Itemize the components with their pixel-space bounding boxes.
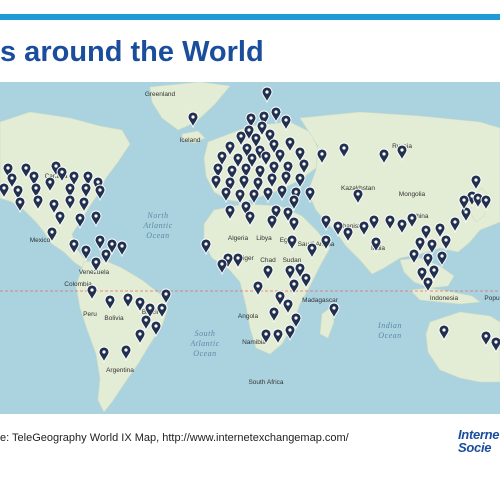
source-caption: e: TeleGeography World IX Map, http://ww… <box>0 432 349 444</box>
place-label-algeria: Algeria <box>228 235 249 242</box>
place-label-angola: Angola <box>238 313 259 320</box>
ocean-label-north-atlantic: Atlantic <box>142 221 172 230</box>
place-label-indonesia: Indonesia <box>430 295 459 302</box>
place-label-namibia: Namibia <box>242 339 266 346</box>
place-label-mongolia: Mongolia <box>399 191 426 198</box>
ocean-label-north-atlantic: Ocean <box>146 231 169 240</box>
place-label-south-africa: South Africa <box>248 379 283 386</box>
place-label-greenland: Greenland <box>145 91 176 98</box>
place-label-bolivia: Bolivia <box>104 315 124 322</box>
world-map-canvas: NorthAtlanticOceanSouthAtlanticOceanIndi… <box>0 82 500 414</box>
place-label-popu: Popu <box>484 295 500 302</box>
ocean-label-indian: Indian <box>377 321 402 330</box>
ocean-label-south-atlantic: Ocean <box>193 349 216 358</box>
slide-title: s around the World <box>0 36 264 68</box>
place-label-venezuela: Venezuela <box>79 269 110 276</box>
header-rule <box>0 14 500 20</box>
place-label-libya: Libya <box>256 235 272 242</box>
ocean-label-south-atlantic: South <box>195 329 216 338</box>
logo-line-2: Socie <box>458 440 492 455</box>
place-label-argentina: Argentina <box>106 367 134 374</box>
world-map[interactable]: North Atlantic Ocean South Atlantic Ocean Indi… <box>0 82 500 414</box>
ocean-label-north-atlantic: North <box>146 211 168 220</box>
ocean-label-indian: Ocean <box>378 331 401 340</box>
internet-society-logo: Interne Socie <box>458 428 500 454</box>
place-label-iceland: Iceland <box>180 137 201 144</box>
place-label-peru: Peru <box>83 311 97 318</box>
place-label-chad: Chad <box>260 257 276 264</box>
place-label-mexico: Mexico <box>30 237 51 244</box>
ocean-label-south-atlantic: Atlantic <box>189 339 219 348</box>
